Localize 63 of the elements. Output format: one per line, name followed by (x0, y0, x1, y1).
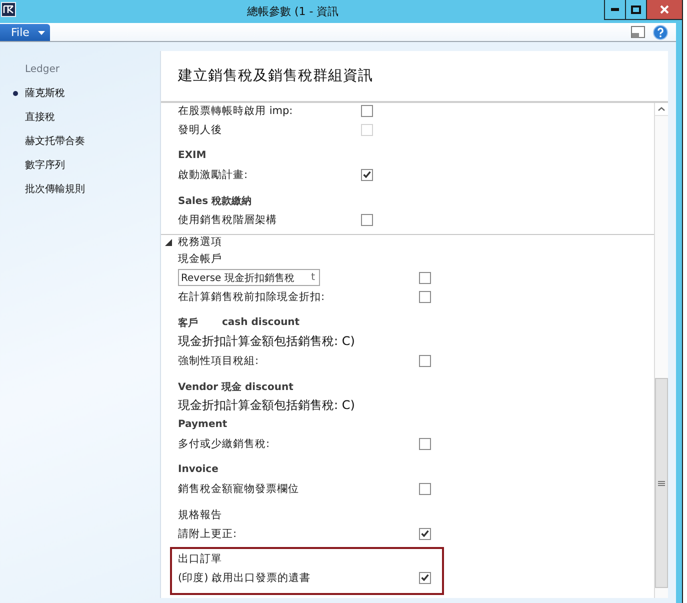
close-button[interactable] (646, 0, 682, 20)
setting-label: 發明人後 (178, 122, 222, 136)
setting-label: 使用銷售稅階層架構 (178, 212, 277, 226)
scroll-up-button[interactable] (655, 103, 668, 116)
section-heading: cash discount (222, 317, 300, 328)
page-title: 建立銷售稅及銷售稅群組資訊 (178, 67, 373, 85)
checkbox[interactable] (419, 354, 431, 366)
sidebar-heading: Ledger (24, 63, 61, 77)
check-icon (421, 574, 429, 581)
section-heading: EXIM (178, 150, 206, 161)
section-title: 稅務選項 (178, 235, 222, 249)
checkbox[interactable] (419, 482, 431, 494)
setting-label: 強制性項目稅組: (178, 354, 259, 368)
setting-label: 啟動激勵計畫: (178, 168, 248, 182)
scrollbar[interactable] (654, 103, 668, 598)
checkbox[interactable] (419, 290, 431, 302)
text-field[interactable]: Reverse 現金折扣銷售稅 t (178, 269, 320, 286)
window-title: 總帳參數 (1 - 資訊 (247, 4, 339, 19)
scrollbar-thumb[interactable] (655, 378, 668, 588)
group-label: 規格報告 (178, 508, 222, 522)
check-icon (363, 171, 371, 178)
close-icon (660, 5, 669, 14)
checkbox[interactable] (361, 168, 373, 180)
section-heading: Sales 稅款繳納 (178, 194, 252, 208)
setting-label: 請附上更正: (178, 526, 237, 540)
checkbox[interactable] (361, 214, 373, 226)
panel-layout-icon[interactable] (631, 26, 645, 38)
setting-label: 在股票轉帳時啟用 imp: (178, 104, 293, 118)
grip-icon (658, 480, 665, 486)
section-heading: Invoice (178, 464, 218, 475)
help-icon[interactable] (653, 24, 668, 40)
setting-text: 現金折扣計算金額包括銷售稅: C) (178, 397, 355, 414)
section-heading: 客戶 (178, 316, 198, 330)
setting-text: 現金折扣計算金額包括銷售稅: C) (178, 333, 355, 350)
checkbox[interactable] (361, 104, 373, 116)
minimize-button[interactable] (604, 0, 625, 20)
section-heading: Vendor 現金 discount (178, 380, 294, 394)
group-label: 出口訂單 (178, 552, 222, 566)
sidebar-item[interactable]: 數字序列 (0, 153, 160, 177)
triangle-icon[interactable] (165, 238, 172, 246)
group-label: 現金帳戶 (178, 252, 222, 266)
checkbox[interactable] (419, 572, 431, 584)
check-icon (421, 530, 429, 537)
setting-label: (印度) 啟用出口發票的遺書 (178, 570, 311, 584)
checkbox[interactable] (419, 528, 431, 540)
file-menu-button[interactable]: File (0, 24, 50, 41)
app-icon[interactable] (1, 2, 16, 17)
sidebar-item[interactable]: 赫文托帶合奏 (0, 129, 160, 153)
setting-label: 多付或少繳銷售稅: (178, 436, 270, 450)
section-heading: Payment (178, 419, 228, 430)
minimize-icon (611, 8, 619, 11)
caret-down-icon (38, 30, 46, 34)
sidebar-item[interactable]: 薩克斯稅 (0, 81, 160, 105)
caret-up-icon (658, 107, 665, 111)
maximize-icon (631, 5, 641, 14)
bullet-icon (13, 90, 18, 96)
checkbox[interactable] (419, 438, 431, 450)
maximize-button[interactable] (625, 0, 646, 20)
sidebar-item[interactable]: 批次傳輸規則 (0, 177, 160, 201)
checkbox[interactable] (419, 272, 431, 284)
sidebar-item[interactable]: 直接稅 (0, 105, 160, 129)
setting-label: 在計算銷售稅前扣除現金折扣: (178, 290, 325, 304)
setting-label: 銷售稅金額寵物發票欄位 (178, 482, 299, 496)
